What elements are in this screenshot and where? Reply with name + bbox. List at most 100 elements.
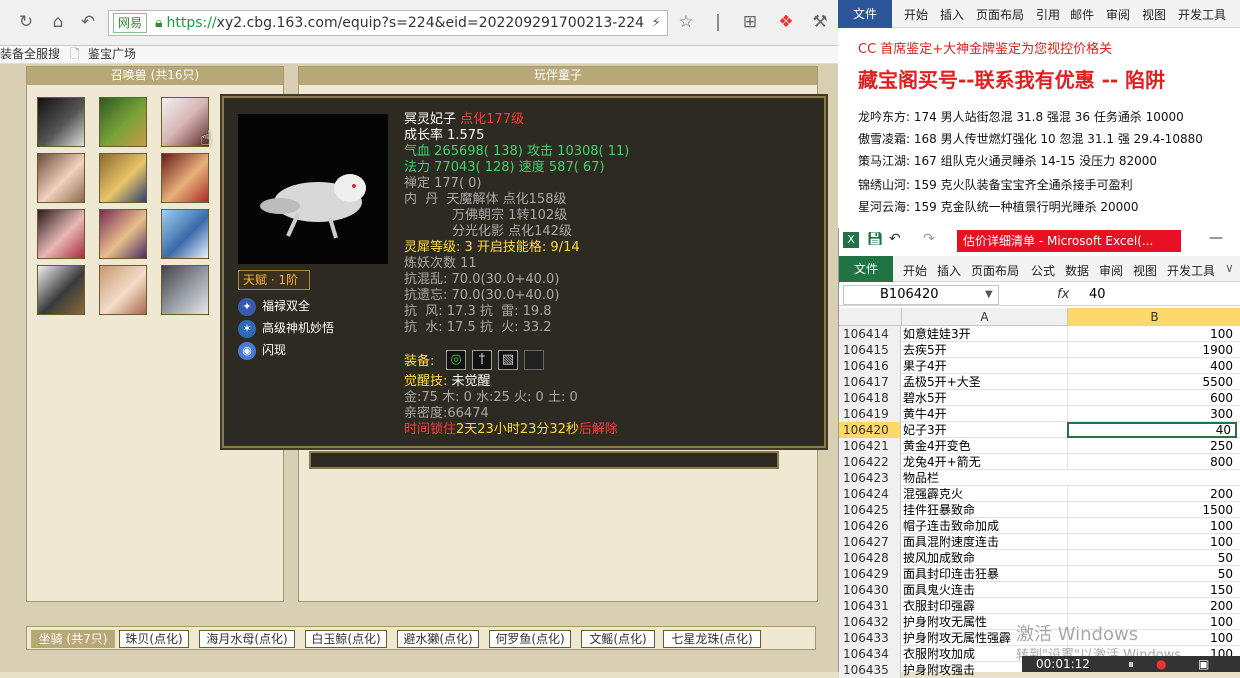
tab-item[interactable]: 白玉鲸(点化) — [305, 630, 387, 648]
row-number[interactable]: 106421 — [839, 438, 901, 454]
row-number[interactable]: 106420 — [839, 422, 901, 438]
pet-avatar[interactable] — [99, 209, 147, 259]
excel-tab[interactable]: 插入 — [937, 262, 961, 279]
table-row[interactable]: 106425 挂件狂暴致命 1500 — [839, 502, 1240, 518]
table-row[interactable]: 106415 去疾5开 1900 — [839, 342, 1240, 358]
word-file-tab[interactable]: 文件 — [838, 0, 892, 28]
cell-a[interactable]: 去疾5开 — [901, 342, 1067, 358]
table-row[interactable]: 106427 面具混附速度连击 100 — [839, 534, 1240, 550]
pet-avatar[interactable] — [37, 97, 85, 147]
table-row[interactable]: 106419 黄牛4开 300 — [839, 406, 1240, 422]
tab-item[interactable]: 文鳐(点化) — [581, 630, 655, 648]
tab-item[interactable]: 海月水母(点化) — [199, 630, 295, 648]
stop-icon[interactable]: ● — [1156, 656, 1166, 672]
grid-icon[interactable]: ⊞ — [738, 10, 762, 34]
tab-item[interactable]: 何罗鱼(点化) — [489, 630, 571, 648]
table-row[interactable]: 106417 孟极5开+大圣 5500 — [839, 374, 1240, 390]
table-row[interactable]: 106426 帽子连击致命加成 100 — [839, 518, 1240, 534]
flash-icon[interactable]: ⚡︎ — [644, 11, 668, 35]
cell-b[interactable]: 400 — [1067, 358, 1237, 374]
excel-tab[interactable]: 数据 — [1065, 262, 1089, 279]
row-number[interactable]: 106428 — [839, 550, 901, 566]
cell-a[interactable]: 帽子连击致命加成 — [901, 518, 1067, 534]
cell-a[interactable]: 黄金4开变色 — [901, 438, 1067, 454]
bookmark-item[interactable]: 装备全服搜 — [0, 46, 60, 62]
minimize-icon[interactable]: — — [1209, 230, 1223, 246]
table-row[interactable]: 106420 妃子3开 40 — [839, 422, 1240, 438]
word-tab[interactable]: 审阅 — [1106, 6, 1130, 23]
excel-file-tab[interactable]: 文件 — [839, 256, 893, 282]
excel-tab[interactable]: 审阅 — [1099, 262, 1123, 279]
pet-avatar[interactable] — [161, 209, 209, 259]
table-row[interactable]: 106431 衣服封印强霹 200 — [839, 598, 1240, 614]
tools-icon[interactable]: ⚒︎ — [808, 10, 832, 34]
table-row[interactable]: 106428 披风加成致命 50 — [839, 550, 1240, 566]
equip-slot-sword-icon[interactable]: † — [472, 350, 492, 370]
word-tab[interactable]: 插入 — [940, 6, 964, 23]
cell-b[interactable]: 600 — [1067, 390, 1237, 406]
pet-avatar[interactable] — [99, 153, 147, 203]
row-number[interactable]: 106427 — [839, 534, 901, 550]
table-row[interactable]: 106429 面具封印连击狂暴 50 — [839, 566, 1240, 582]
cell-b[interactable]: 5500 — [1067, 374, 1237, 390]
excel-tab[interactable]: 视图 — [1133, 262, 1157, 279]
cell-a[interactable]: 挂件狂暴致命 — [901, 502, 1067, 518]
word-tab[interactable]: 开发工具 — [1178, 6, 1226, 23]
cell-b[interactable]: 200 — [1067, 486, 1237, 502]
row-number[interactable]: 106423 — [839, 470, 901, 486]
cell-b[interactable]: 1900 — [1067, 342, 1237, 358]
collapse-ribbon-icon[interactable]: ∨ — [1225, 261, 1234, 275]
address-bar[interactable]: 网易 🔒︎ https://xy2.cbg.163.com/equip?s=224&… — [108, 10, 668, 36]
back-icon[interactable]: ↶ — [76, 10, 100, 34]
word-tab[interactable]: 开始 — [904, 6, 928, 23]
row-number[interactable]: 106433 — [839, 630, 901, 646]
cell-b[interactable]: 150 — [1067, 582, 1237, 598]
bookmark-item[interactable]: 鉴宝广场 — [88, 46, 136, 62]
cell-a[interactable]: 物品栏 — [901, 470, 1067, 486]
table-row[interactable]: 106418 碧水5开 600 — [839, 390, 1240, 406]
word-tab[interactable]: 引用 — [1036, 6, 1060, 23]
table-row[interactable]: 106421 黄金4开变色 250 — [839, 438, 1240, 454]
cell-a[interactable]: 面具混附速度连击 — [901, 534, 1067, 550]
row-number[interactable]: 106414 — [839, 326, 901, 342]
camera-icon[interactable]: ▣ — [1198, 656, 1209, 672]
table-row[interactable]: 106430 面具鬼火连击 150 — [839, 582, 1240, 598]
row-number[interactable]: 106435 — [839, 662, 901, 678]
word-tab[interactable]: 页面布局 — [976, 6, 1024, 23]
row-number[interactable]: 106434 — [839, 646, 901, 662]
row-number[interactable]: 106416 — [839, 358, 901, 374]
skill-icon[interactable]: ◉ — [238, 342, 256, 360]
cell-a[interactable]: 衣服封印强霹 — [901, 598, 1067, 614]
row-number[interactable]: 106431 — [839, 598, 901, 614]
column-b-header[interactable]: B — [1067, 308, 1240, 326]
cell-b[interactable]: 50 — [1067, 550, 1237, 566]
cell-a[interactable]: 碧水5开 — [901, 390, 1067, 406]
cell-a[interactable]: 黄牛4开 — [901, 406, 1067, 422]
cell-a[interactable]: 果子4开 — [901, 358, 1067, 374]
pet-avatar[interactable] — [161, 153, 209, 203]
game-icon[interactable]: ❖ — [774, 10, 798, 34]
row-number[interactable]: 106426 — [839, 518, 901, 534]
save-icon[interactable]: 💾︎ — [867, 232, 884, 247]
cell-a[interactable]: 面具鬼火连击 — [901, 582, 1067, 598]
pet-avatar[interactable] — [99, 97, 147, 147]
star-icon[interactable]: ☆ — [674, 10, 698, 34]
cell-b[interactable]: 100 — [1067, 518, 1237, 534]
cell-b[interactable]: 800 — [1067, 454, 1237, 470]
row-number[interactable]: 106432 — [839, 614, 901, 630]
pet-avatar[interactable] — [99, 265, 147, 315]
table-row[interactable]: 106414 如意娃娃3开 100 — [839, 326, 1240, 342]
excel-tab[interactable]: 开始 — [903, 262, 927, 279]
name-box-dropdown-icon[interactable]: ▼ — [985, 285, 993, 305]
name-box[interactable]: B106420 — [843, 285, 999, 305]
cell-a[interactable]: 面具封印连击狂暴 — [901, 566, 1067, 582]
row-number[interactable]: 106424 — [839, 486, 901, 502]
table-row[interactable]: 106423 物品栏 — [839, 470, 1240, 486]
cell-a[interactable]: 龙兔4开+箭无 — [901, 454, 1067, 470]
cell-b[interactable]: 50 — [1067, 566, 1237, 582]
skill-icon[interactable]: ✦ — [238, 298, 256, 316]
cell-a[interactable]: 混强霹克火 — [901, 486, 1067, 502]
equip-slot-empty[interactable] — [524, 350, 544, 370]
equip-slot-ring-icon[interactable]: ◎ — [446, 350, 466, 370]
cell-b[interactable]: 250 — [1067, 438, 1237, 454]
